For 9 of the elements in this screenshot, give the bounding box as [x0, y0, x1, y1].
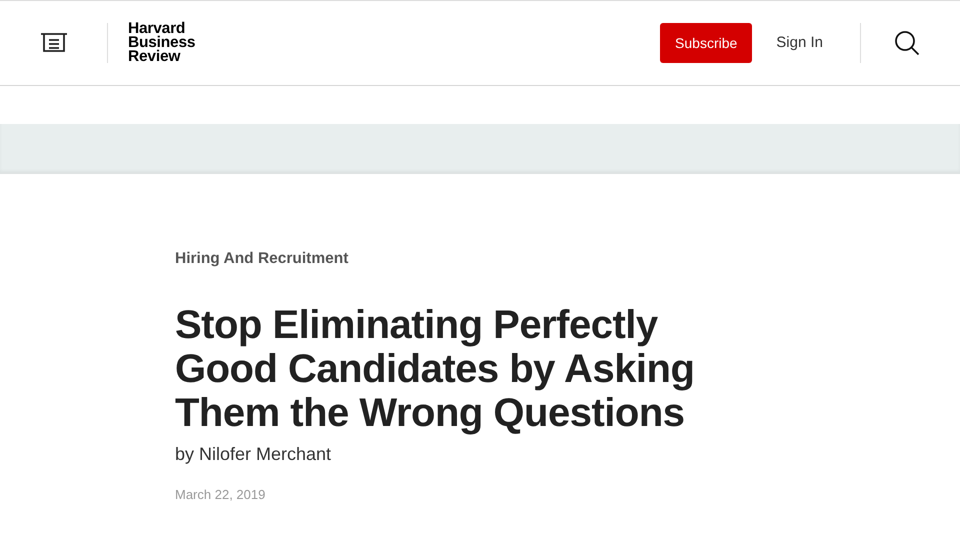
publish-date: March 22, 2019: [175, 486, 266, 504]
subscribe-button[interactable]: Subscribe: [660, 23, 752, 63]
menu-icon[interactable]: [40, 32, 68, 54]
logo[interactable]: Harvard Business Review: [124, 22, 196, 64]
byline: by Nilofer Merchant: [175, 443, 332, 466]
sign-in-link[interactable]: Sign In: [776, 32, 823, 54]
topic-link[interactable]: Hiring And Recruitment: [175, 247, 960, 270]
search-icon[interactable]: [894, 30, 920, 56]
article-title: Stop Eliminating Perfectly Good Candidates by Asking Them the Wrong Questions: [175, 303, 696, 436]
